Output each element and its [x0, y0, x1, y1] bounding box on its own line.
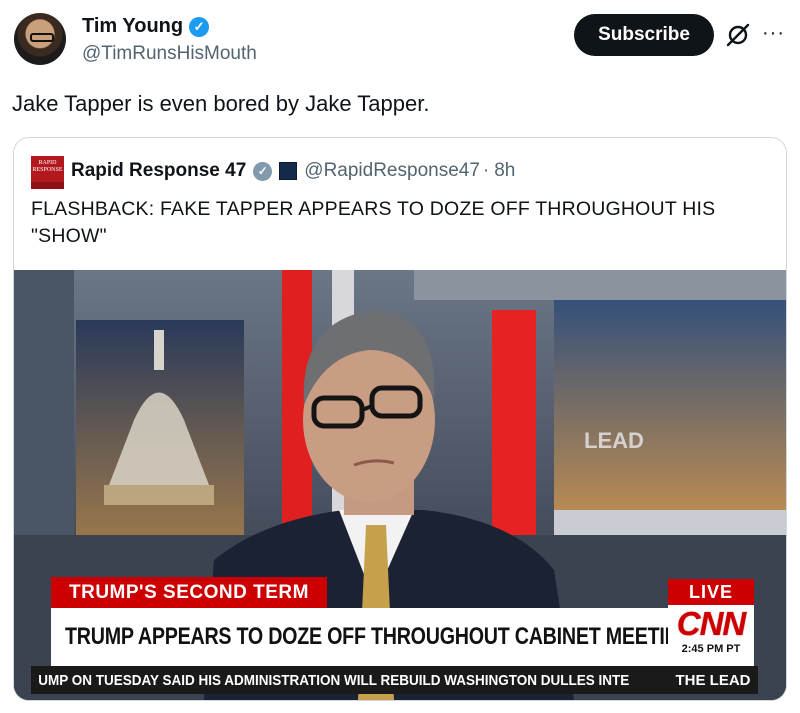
- author-name-row[interactable]: Tim Young ✓: [82, 15, 210, 38]
- grok-icon[interactable]: [725, 22, 751, 48]
- quote-text-line: "SHOW": [31, 225, 107, 247]
- white-house-icon: [279, 162, 298, 180]
- ticker-text: UMP ON TUESDAY SAID HIS ADMINISTRATION W…: [38, 671, 630, 689]
- quote-author-name[interactable]: Rapid Response 47: [71, 160, 246, 182]
- chyron-headline-text: TRUMP APPEARS TO DOZE OFF THROUGHOUT CAB…: [65, 623, 694, 650]
- verified-badge-icon: ✓: [189, 16, 210, 37]
- network-logo-box: CNN 2:45 PM PT: [668, 605, 754, 666]
- author-handle[interactable]: @TimRunsHisMouth: [82, 43, 257, 65]
- author-name[interactable]: Tim Young: [82, 15, 183, 38]
- verified-badge-icon: ✓: [253, 161, 273, 181]
- quote-author-avatar[interactable]: RAPID RESPONSE: [31, 156, 64, 189]
- chyron-topic: TRUMP'S SECOND TERM: [51, 577, 327, 608]
- quoted-post[interactable]: RAPID RESPONSE Rapid Response 47 ✓ @Rapi…: [13, 137, 787, 701]
- video-player[interactable]: LEAD TRUMP'S SECOND TERM LIVE TRUMP APPE…: [14, 270, 786, 700]
- chyron-headline: TRUMP APPEARS TO DOZE OFF THROUGHOUT CAB…: [51, 608, 694, 666]
- post-text: Jake Tapper is even bored by Jake Tapper…: [12, 91, 430, 116]
- avatar-glasses: [30, 33, 54, 42]
- show-name: THE LEAD: [668, 666, 758, 694]
- quote-time[interactable]: 8h: [494, 160, 515, 182]
- subscribe-button[interactable]: Subscribe: [574, 14, 714, 56]
- separator: ·: [482, 160, 490, 181]
- quote-author-handle[interactable]: @RapidResponse47: [304, 160, 480, 182]
- avatar-text-line: RESPONSE: [32, 167, 63, 173]
- avatar-bar: [31, 182, 64, 189]
- author-avatar[interactable]: [14, 13, 66, 65]
- avatar-text-line: RAPID: [38, 160, 57, 166]
- set-sign-text: LEAD: [584, 428, 644, 453]
- news-ticker: UMP ON TUESDAY SAID HIS ADMINISTRATION W…: [31, 666, 671, 694]
- quote-text-line: FLASHBACK: FAKE TAPPER APPEARS TO DOZE O…: [31, 198, 716, 220]
- live-badge: LIVE: [668, 579, 754, 605]
- cnn-logo-icon: CNN: [676, 605, 746, 642]
- more-dots-icon[interactable]: ···: [762, 22, 785, 45]
- quote-text: FLASHBACK: FAKE TAPPER APPEARS TO DOZE O…: [31, 196, 771, 250]
- broadcast-time: 2:45 PM PT: [681, 643, 741, 655]
- quote-header: Rapid Response 47 ✓ @RapidResponse47 · 8…: [71, 160, 515, 182]
